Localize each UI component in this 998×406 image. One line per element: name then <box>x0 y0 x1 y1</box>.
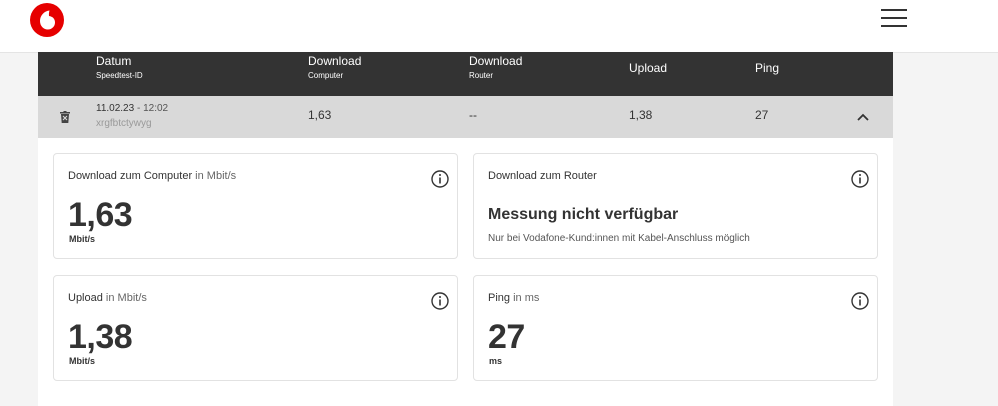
card-title: Download zum Router <box>488 170 597 182</box>
card-download-router: Download zum Router Messung nicht verfüg… <box>473 153 878 259</box>
table-row[interactable]: 11.02.23 - 12:02 xrgfbtctywyg 1,63 -- 1,… <box>38 96 893 138</box>
card-title: Upload in Mbit/s <box>68 292 147 304</box>
card-title: Ping in ms <box>488 292 540 304</box>
upload-unit: Mbit/s <box>69 356 95 366</box>
ping-value: 27 <box>488 318 525 356</box>
column-header-datum: Datum Speedtest-ID <box>96 54 143 80</box>
cell-download-computer: 1,63 <box>308 108 332 122</box>
info-icon[interactable] <box>431 170 449 188</box>
top-bar <box>0 0 998 53</box>
vodafone-logo-icon[interactable] <box>30 3 64 37</box>
column-header-download-computer: Download Computer <box>308 54 362 80</box>
info-icon[interactable] <box>851 292 869 310</box>
cell-ping: 27 <box>755 108 769 122</box>
download-computer-unit: Mbit/s <box>69 234 95 244</box>
table-header: Datum Speedtest-ID Download Computer Dow… <box>38 52 893 96</box>
info-icon[interactable] <box>431 292 449 310</box>
speedtest-result-panel: Datum Speedtest-ID Download Computer Dow… <box>38 52 893 406</box>
test-date: 11.02.23 - 12:02 <box>96 103 169 114</box>
trash-icon[interactable] <box>60 111 70 123</box>
info-icon[interactable] <box>851 170 869 188</box>
download-computer-value: 1,63 <box>68 196 133 234</box>
card-title: Download zum Computer in Mbit/s <box>68 170 237 182</box>
upload-value: 1,38 <box>68 318 133 356</box>
hamburger-menu-icon[interactable] <box>881 9 907 29</box>
column-header-download-router: Download Router <box>469 54 523 80</box>
cell-upload: 1,38 <box>629 108 653 122</box>
chevron-up-icon[interactable] <box>856 112 870 122</box>
card-ping: Ping in ms 27 ms <box>473 275 878 381</box>
card-upload: Upload in Mbit/s 1,38 Mbit/s <box>53 275 458 381</box>
router-note: Nur bei Vodafone-Kund:innen mit Kabel-An… <box>488 233 750 244</box>
cell-download-router: -- <box>469 108 477 122</box>
router-unavailable-message: Messung nicht verfügbar <box>488 206 679 223</box>
speedtest-id: xrgfbtctywyg <box>96 118 152 129</box>
column-header-upload: Upload <box>629 61 668 75</box>
column-header-ping: Ping <box>755 61 780 75</box>
ping-unit: ms <box>489 356 503 366</box>
card-download-computer: Download zum Computer in Mbit/s 1,63 Mbi… <box>53 153 458 259</box>
